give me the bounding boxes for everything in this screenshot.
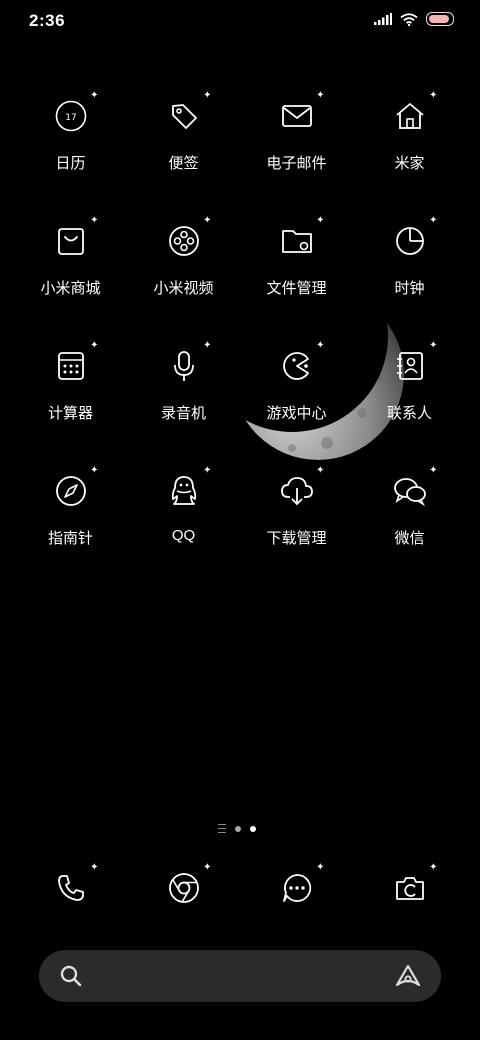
star-icon: ✦ <box>203 215 212 226</box>
star-icon: ✦ <box>429 862 438 873</box>
star-icon: ✦ <box>429 465 438 476</box>
star-icon: ✦ <box>429 90 438 101</box>
messages-icon: ✦ <box>275 862 325 910</box>
page-indicator[interactable] <box>218 824 256 833</box>
shop-icon: ✦ <box>49 215 99 263</box>
folder-icon: ✦ <box>275 215 325 263</box>
calendar-date: 17 <box>65 113 76 123</box>
star-icon: ✦ <box>429 215 438 226</box>
app-game-center[interactable]: ✦ 游戏中心 <box>240 338 353 463</box>
search-icon[interactable] <box>59 964 83 988</box>
star-icon: ✦ <box>90 340 99 351</box>
camera-icon: ✦ <box>388 862 438 910</box>
signal-icon <box>374 13 392 25</box>
app-file-manager[interactable]: ✦ 文件管理 <box>240 213 353 338</box>
app-clock[interactable]: ✦ 时钟 <box>353 213 466 338</box>
star-icon: ✦ <box>203 340 212 351</box>
app-label: 便签 <box>168 155 199 172</box>
app-label: 下载管理 <box>266 530 327 547</box>
compass-icon: ✦ <box>49 465 99 513</box>
phone-icon: ✦ <box>49 862 99 910</box>
app-label: 日历 <box>55 155 86 172</box>
home-icon: ✦ <box>388 90 438 138</box>
qq-icon: ✦ <box>162 465 212 513</box>
app-row: ✦ 指南针 ✦ QQ ✦ 下载管理 ✦ 微信 <box>14 463 466 588</box>
app-grid: 17 ✦ 日历 ✦ 便签 ✦ 电子邮件 ✦ 米家 ✦ 小米商城 ✦ 小米视频 ✦… <box>14 88 466 588</box>
star-icon: ✦ <box>429 340 438 351</box>
star-icon: ✦ <box>203 862 212 873</box>
status-bar: 2:36 <box>0 0 480 40</box>
app-recorder[interactable]: ✦ 录音机 <box>127 338 240 463</box>
star-icon: ✦ <box>316 465 325 476</box>
star-icon: ✦ <box>203 90 212 101</box>
app-label: 微信 <box>394 530 425 547</box>
battery-icon <box>426 12 454 26</box>
app-label: 米家 <box>394 155 425 172</box>
dock-camera[interactable]: ✦ <box>353 862 466 910</box>
app-calculator[interactable]: ✦ 计算器 <box>14 338 127 463</box>
browser-icon: ✦ <box>162 862 212 910</box>
film-reel-icon: ✦ <box>162 215 212 263</box>
app-row: 17 ✦ 日历 ✦ 便签 ✦ 电子邮件 ✦ 米家 <box>14 88 466 213</box>
app-contacts[interactable]: ✦ 联系人 <box>353 338 466 463</box>
wifi-icon <box>400 12 418 26</box>
app-qq[interactable]: ✦ QQ <box>127 463 240 588</box>
app-notes[interactable]: ✦ 便签 <box>127 88 240 213</box>
app-label: 计算器 <box>47 405 93 422</box>
app-row: ✦ 小米商城 ✦ 小米视频 ✦ 文件管理 ✦ 时钟 <box>14 213 466 338</box>
calendar-icon: 17 ✦ <box>49 90 99 138</box>
mail-icon: ✦ <box>275 90 325 138</box>
app-label: 电子邮件 <box>266 155 327 172</box>
page-dot[interactable] <box>235 825 241 832</box>
microphone-icon: ✦ <box>162 340 212 388</box>
star-icon: ✦ <box>203 465 212 476</box>
menu-lines-icon <box>218 824 226 833</box>
app-email[interactable]: ✦ 电子邮件 <box>240 88 353 213</box>
app-label: 联系人 <box>386 405 432 422</box>
star-icon: ✦ <box>316 340 325 351</box>
star-icon: ✦ <box>90 90 99 101</box>
search-bar[interactable] <box>39 950 441 1002</box>
star-icon: ✦ <box>316 215 325 226</box>
dock-phone[interactable]: ✦ <box>14 862 127 910</box>
dock-messages[interactable]: ✦ <box>240 862 353 910</box>
calculator-icon: ✦ <box>49 340 99 388</box>
star-icon: ✦ <box>316 862 325 873</box>
star-icon: ✦ <box>90 862 99 873</box>
tag-icon: ✦ <box>162 90 212 138</box>
app-label: 游戏中心 <box>266 405 327 422</box>
app-mi-video[interactable]: ✦ 小米视频 <box>127 213 240 338</box>
app-label: 录音机 <box>160 405 206 422</box>
dock: ✦ ✦ ✦ ✦ <box>14 862 466 910</box>
app-mi-store[interactable]: ✦ 小米商城 <box>14 213 127 338</box>
app-label: 小米商城 <box>40 280 101 297</box>
wechat-icon: ✦ <box>388 465 438 513</box>
app-compass[interactable]: ✦ 指南针 <box>14 463 127 588</box>
contacts-icon: ✦ <box>388 340 438 388</box>
app-label: 指南针 <box>47 530 93 547</box>
app-label: QQ <box>171 527 196 544</box>
app-label: 小米视频 <box>153 280 214 297</box>
assistant-icon[interactable] <box>395 964 421 988</box>
dock-browser[interactable]: ✦ <box>127 862 240 910</box>
pacman-icon: ✦ <box>275 340 325 388</box>
app-calendar[interactable]: 17 ✦ 日历 <box>14 88 127 213</box>
star-icon: ✦ <box>90 465 99 476</box>
page-dot-active[interactable] <box>250 825 256 832</box>
app-mihome[interactable]: ✦ 米家 <box>353 88 466 213</box>
cloud-download-icon: ✦ <box>275 465 325 513</box>
star-icon: ✦ <box>90 215 99 226</box>
clock-icon: ✦ <box>388 215 438 263</box>
star-icon: ✦ <box>316 90 325 101</box>
app-downloads[interactable]: ✦ 下载管理 <box>240 463 353 588</box>
app-label: 文件管理 <box>266 280 327 297</box>
status-icons <box>374 12 454 26</box>
app-row: ✦ 计算器 ✦ 录音机 ✦ 游戏中心 ✦ 联系人 <box>14 338 466 463</box>
app-wechat[interactable]: ✦ 微信 <box>353 463 466 588</box>
app-label: 时钟 <box>394 280 425 297</box>
clock-time: 2:36 <box>29 11 66 30</box>
